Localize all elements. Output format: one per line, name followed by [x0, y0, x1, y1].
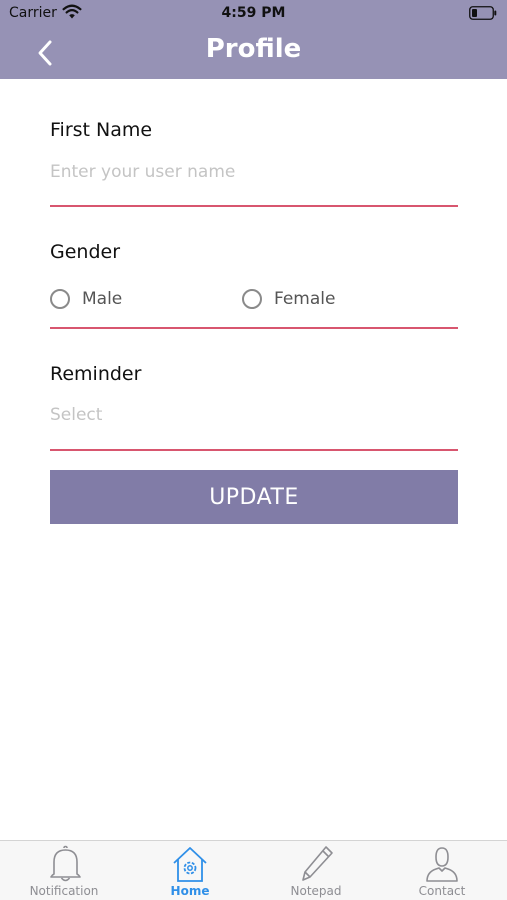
first-name-underline — [50, 205, 458, 207]
gender-underline — [50, 327, 458, 329]
tab-contact[interactable]: Contact — [379, 841, 505, 900]
radio-unchecked-icon — [242, 289, 262, 309]
first-name-input[interactable] — [50, 154, 458, 190]
bell-icon — [50, 845, 81, 882]
tab-notification[interactable]: Notification — [1, 841, 127, 900]
app-header: Carrier 4:59 PM Profile — [0, 0, 507, 79]
tab-notification-label: Notification — [29, 884, 99, 898]
home-gear-icon — [173, 847, 207, 882]
pencil-icon — [302, 846, 333, 881]
page-title: Profile — [205, 34, 302, 64]
first-name-label: First Name — [50, 119, 153, 141]
gender-male-radio[interactable]: Male — [50, 289, 122, 309]
tab-contact-label: Contact — [418, 884, 466, 898]
tab-bar: Notification Home Notepad Contact — [0, 840, 507, 900]
gender-female-label: Female — [274, 289, 336, 309]
tab-notepad-label: Notepad — [290, 884, 342, 898]
radio-unchecked-icon — [50, 289, 70, 309]
person-icon — [426, 847, 458, 882]
status-time: 4:59 PM — [221, 5, 286, 21]
status-bar: Carrier 4:59 PM — [0, 0, 507, 28]
reminder-label: Reminder — [50, 363, 142, 385]
tab-home[interactable]: Home — [127, 841, 253, 900]
tab-notepad[interactable]: Notepad — [253, 841, 379, 900]
update-button[interactable]: UPDATE — [50, 470, 458, 524]
chevron-left-icon — [38, 40, 52, 66]
back-button[interactable] — [30, 36, 64, 70]
gender-female-radio[interactable]: Female — [242, 289, 335, 309]
reminder-underline — [50, 449, 458, 451]
reminder-select[interactable]: Select — [50, 397, 458, 433]
battery-icon — [469, 6, 497, 20]
gender-male-label: Male — [82, 289, 123, 309]
gender-label: Gender — [50, 241, 121, 263]
tab-home-label: Home — [170, 884, 210, 898]
